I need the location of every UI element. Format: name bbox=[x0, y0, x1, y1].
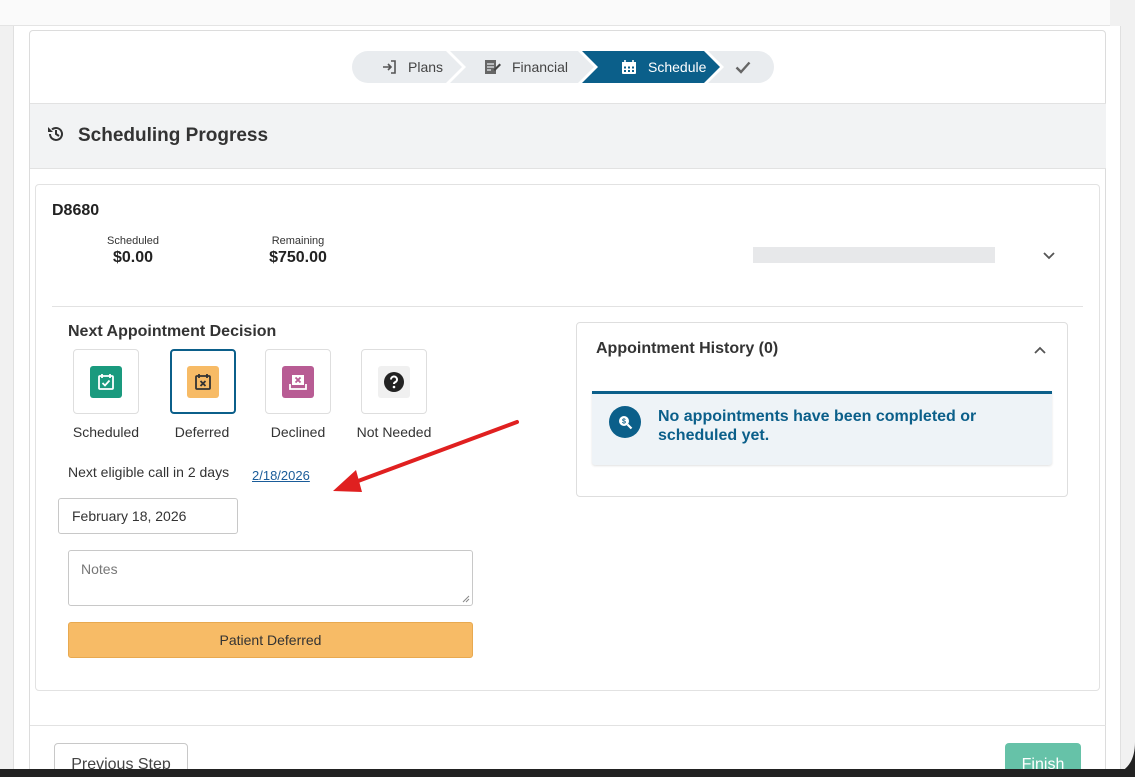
option-declined[interactable] bbox=[265, 349, 331, 414]
svg-text:$: $ bbox=[622, 419, 626, 426]
step-schedule[interactable]: Schedule bbox=[582, 51, 720, 83]
option-label-deferred: Deferred bbox=[174, 424, 230, 440]
option-label-not-needed: Not Needed bbox=[356, 424, 432, 440]
inbox-x-icon bbox=[282, 365, 314, 398]
window-bottom-edge bbox=[0, 769, 1135, 777]
chevron-up-icon[interactable] bbox=[1031, 342, 1049, 358]
step-label: Financial bbox=[512, 59, 569, 75]
eligible-call-text: Next eligible call in 2 days bbox=[68, 464, 230, 480]
empty-history-message: No appointments have been completed or s… bbox=[658, 408, 977, 444]
divider bbox=[52, 306, 1083, 307]
remaining-label: Remaining bbox=[271, 235, 325, 247]
sign-in-icon bbox=[380, 58, 398, 76]
section-header: Scheduling Progress bbox=[30, 103, 1106, 169]
notes-textarea[interactable]: Notes bbox=[68, 550, 473, 606]
decision-title: Next Appointment Decision bbox=[68, 323, 277, 340]
step-label: Plans bbox=[408, 59, 444, 75]
date-field[interactable]: February 18, 2026 bbox=[58, 498, 238, 534]
top-bar bbox=[0, 0, 1110, 26]
procedure-code: D8680 bbox=[52, 202, 100, 219]
scheduled-value: $0.00 bbox=[112, 249, 154, 266]
date-field-value: February 18, 2026 bbox=[72, 508, 187, 524]
check-icon bbox=[734, 58, 752, 76]
patient-deferred-button[interactable]: Patient Deferred bbox=[68, 622, 473, 658]
option-scheduled[interactable] bbox=[73, 349, 139, 414]
edit-document-icon bbox=[484, 58, 502, 76]
step-financial[interactable]: Financial bbox=[450, 51, 594, 83]
remaining-value: $750.00 bbox=[269, 249, 327, 266]
eligible-date-link[interactable]: 2/18/2026 bbox=[252, 468, 310, 483]
footer-divider bbox=[30, 725, 1106, 726]
scheduled-stat: Scheduled $0.00 bbox=[98, 235, 168, 267]
scheduled-label: Scheduled bbox=[107, 235, 159, 247]
page-title: Scheduling Progress bbox=[78, 125, 269, 146]
chevron-down-icon[interactable] bbox=[1040, 248, 1058, 264]
calendar-icon bbox=[620, 58, 638, 76]
resize-handle-icon[interactable] bbox=[462, 595, 470, 603]
option-label-declined: Declined bbox=[270, 424, 326, 440]
calendar-x-icon bbox=[187, 365, 219, 398]
history-icon bbox=[46, 124, 66, 149]
step-label: Schedule bbox=[648, 59, 707, 75]
step-plans[interactable]: Plans bbox=[352, 51, 462, 83]
question-circle-icon bbox=[378, 365, 410, 398]
schedule-progress-bar bbox=[753, 247, 995, 263]
history-title: Appointment History (0) bbox=[596, 340, 779, 357]
wizard-stepper: Plans Financial Schedule bbox=[352, 51, 774, 83]
calendar-check-icon bbox=[90, 365, 122, 398]
option-label-scheduled: Scheduled bbox=[72, 424, 140, 440]
window-corner bbox=[1112, 742, 1135, 777]
remaining-stat: Remaining $750.00 bbox=[258, 235, 338, 267]
search-dollar-icon: $ bbox=[609, 406, 641, 438]
notes-placeholder: Notes bbox=[81, 561, 118, 577]
option-deferred[interactable] bbox=[170, 349, 236, 414]
option-not-needed[interactable] bbox=[361, 349, 427, 414]
